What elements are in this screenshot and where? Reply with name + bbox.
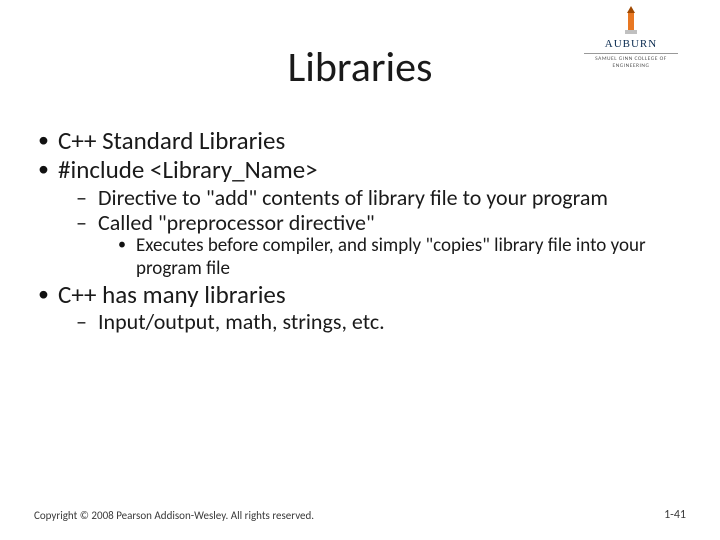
- list-item: Executes before compiler, and simply "co…: [116, 235, 686, 281]
- tower-icon: [620, 6, 642, 36]
- list-item: C++ Standard Libraries: [34, 127, 686, 156]
- bullet-text: Input/output, math, strings, etc.: [98, 308, 385, 335]
- logo-divider: [584, 53, 678, 54]
- list-item: #include <Library_Name> Directive to "ad…: [34, 156, 686, 281]
- bullet-text: Directive to "add" contents of library f…: [98, 184, 608, 211]
- copyright-text: Copyright © 2008 Pearson Addison-Wesley.…: [34, 509, 314, 522]
- list-item: Input/output, math, strings, etc.: [74, 309, 686, 334]
- bullet-text: Executes before compiler, and simply "co…: [136, 234, 646, 280]
- bullet-text: Called "preprocessor directive": [98, 209, 375, 236]
- auburn-logo: AUBURN SAMUEL GINN COLLEGE OF ENGINEERIN…: [576, 6, 686, 69]
- bullet-list: C++ Standard Libraries #include <Library…: [34, 127, 686, 335]
- slide: AUBURN SAMUEL GINN COLLEGE OF ENGINEERIN…: [0, 0, 720, 540]
- logo-name: AUBURN: [576, 38, 686, 51]
- list-item: Called "preprocessor directive" Executes…: [74, 210, 686, 281]
- page-number: 1-41: [664, 508, 686, 522]
- list-item: C++ has many libraries Input/output, mat…: [34, 281, 686, 335]
- bullet-text: #include <Library_Name>: [58, 154, 318, 185]
- list-item: Directive to "add" contents of library f…: [74, 185, 686, 210]
- logo-subline: SAMUEL GINN COLLEGE OF ENGINEERING: [576, 56, 686, 69]
- bullet-text: C++ Standard Libraries: [58, 125, 285, 156]
- bullet-text: C++ has many libraries: [58, 279, 286, 310]
